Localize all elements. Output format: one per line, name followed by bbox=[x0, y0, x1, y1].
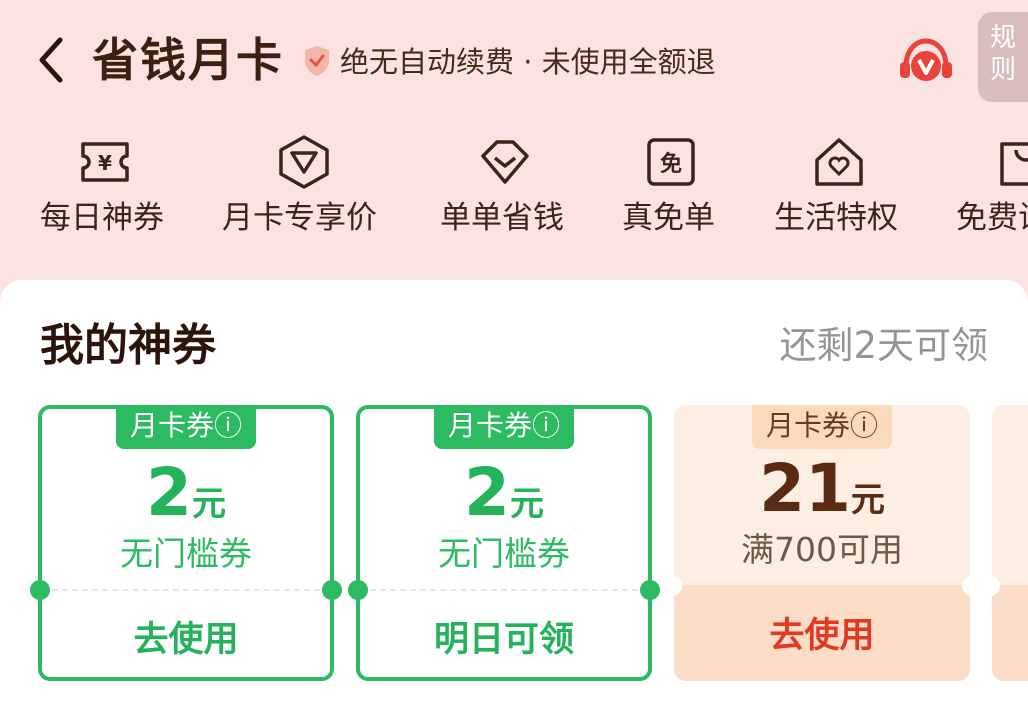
house-heart-icon bbox=[815, 138, 863, 186]
coupon-notch bbox=[30, 580, 50, 600]
coupon-tag: 月卡券ⓘ bbox=[433, 405, 575, 449]
nav-label: 单单省钱 bbox=[440, 200, 564, 236]
page-title: 省钱月卡 bbox=[92, 33, 284, 87]
coupon-panel: 我的神券 还剩2天可领 月卡券ⓘ 2元 无门槛券 去使用 月卡券ⓘ 2元 无门槛… bbox=[0, 280, 1028, 719]
nav-item-free-trial[interactable]: 免费试 bbox=[956, 128, 1028, 248]
coupon-amount-unit: 元 bbox=[509, 484, 544, 524]
coupon-notch bbox=[322, 580, 342, 600]
coupon-divider bbox=[52, 589, 320, 591]
rules-label: 规则 bbox=[990, 23, 1017, 85]
coupon-notch bbox=[962, 576, 982, 596]
coupon-notch bbox=[662, 576, 682, 596]
rules-button[interactable]: 规则 bbox=[978, 12, 1028, 102]
coupon-notch bbox=[348, 580, 368, 600]
claim-tomorrow-button[interactable]: 明日可领 bbox=[360, 615, 648, 665]
section-title: 我的神券 bbox=[40, 320, 216, 371]
free-order-icon: 免 bbox=[647, 138, 695, 186]
coupon-bottom-band bbox=[992, 585, 1028, 681]
nav-label: 真免单 bbox=[622, 200, 715, 236]
coupon-card[interactable]: 月卡券ⓘ 2元 无门槛券 明日可领 bbox=[348, 405, 660, 681]
nav-item-daily-coupon[interactable]: ¥ 每日神券 bbox=[40, 128, 170, 248]
back-arrow-icon[interactable] bbox=[30, 30, 70, 90]
coupon-notch bbox=[640, 580, 660, 600]
nav-label: 月卡专享价 bbox=[222, 200, 377, 236]
coupon-amount-value: 2 bbox=[464, 454, 510, 531]
v-badge-icon bbox=[279, 135, 329, 189]
bag-icon bbox=[1000, 142, 1028, 186]
heart-pouch-icon bbox=[481, 140, 529, 184]
benefits-nav: ¥ 每日神券 月卡专享价 单单省钱 免 真免单 生活特权 免费 bbox=[0, 128, 1028, 248]
coupon-card[interactable]: 月卡券ⓘ 2元 无门槛券 去使用 bbox=[30, 405, 342, 681]
nav-item-save-money[interactable]: 单单省钱 bbox=[440, 128, 570, 248]
coupon-description: 无门槛券 bbox=[438, 534, 570, 573]
coupon-amount-value: 21 bbox=[759, 450, 851, 527]
nav-label: 免费试 bbox=[956, 200, 1028, 236]
use-coupon-button[interactable]: 去使用 bbox=[42, 615, 330, 665]
svg-text:¥: ¥ bbox=[98, 151, 112, 175]
nav-label: 每日神券 bbox=[40, 200, 164, 236]
coupon-amount-unit: 元 bbox=[191, 484, 226, 524]
nav-item-life-privilege[interactable]: 生活特权 bbox=[774, 128, 904, 248]
yen-ticket-icon: ¥ bbox=[81, 142, 129, 182]
coupon-description: 满700可用 bbox=[741, 530, 903, 569]
header: 省钱月卡 绝无自动续费 · 未使用全额退 规则 bbox=[0, 0, 1028, 120]
remaining-days: 还剩2天可领 bbox=[779, 324, 988, 367]
use-coupon-button[interactable]: 去使用 bbox=[674, 611, 970, 661]
coupon-tag: 月卡券ⓘ bbox=[115, 405, 257, 449]
coupon-tag: 月卡券ⓘ bbox=[751, 405, 893, 449]
svg-text:免: 免 bbox=[660, 151, 682, 177]
shield-icon bbox=[305, 46, 329, 76]
coupon-description: 无门槛券 bbox=[120, 534, 252, 573]
coupon-divider bbox=[370, 589, 638, 591]
nav-label: 生活特权 bbox=[774, 200, 898, 236]
nav-item-member-price[interactable]: 月卡专享价 bbox=[222, 128, 386, 248]
coupon-amount-unit: 元 bbox=[850, 480, 885, 520]
customer-service-icon[interactable] bbox=[896, 36, 956, 88]
nav-item-free-order[interactable]: 免 真免单 bbox=[622, 128, 720, 248]
coupon-card[interactable]: 月卡券ⓘ 21元 满700可用 去使用 bbox=[662, 405, 982, 681]
header-subtitle: 绝无自动续费 · 未使用全额退 bbox=[340, 45, 716, 79]
coupon-notch bbox=[980, 576, 1000, 596]
coupon-card-partial[interactable] bbox=[980, 405, 1028, 681]
coupon-amount-value: 2 bbox=[146, 454, 192, 531]
